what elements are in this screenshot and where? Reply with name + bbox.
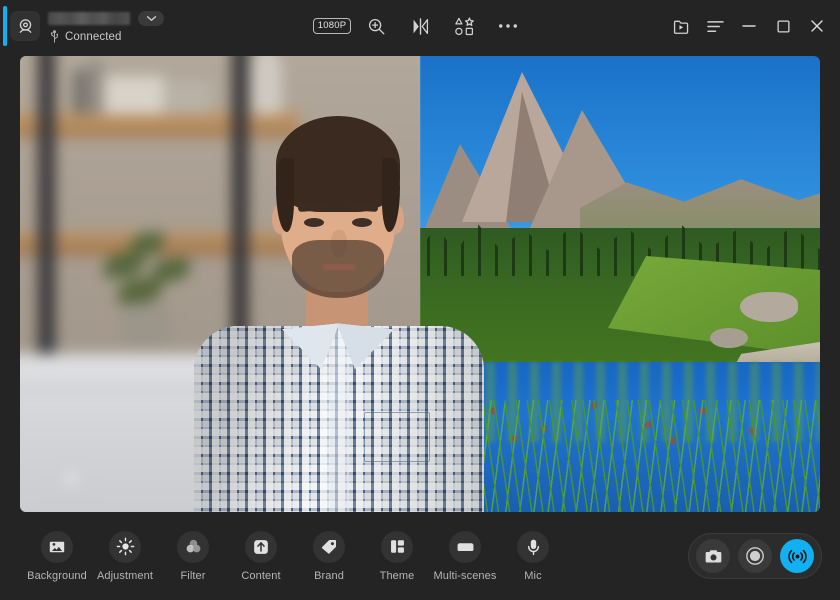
resolution-label: 1080P <box>313 18 351 34</box>
minimize-button[interactable] <box>732 10 766 42</box>
scenes-glyph <box>456 539 475 554</box>
feature-label: Filter <box>180 570 205 582</box>
feature-list: Background Adjustment <box>30 531 560 582</box>
shapes-icon <box>454 16 475 37</box>
device-selector[interactable]: Connected <box>10 9 164 43</box>
record-button[interactable] <box>738 539 772 573</box>
close-button[interactable] <box>800 10 834 42</box>
connection-status: Connected <box>49 30 164 43</box>
webcam-icon[interactable] <box>10 11 40 41</box>
tag-icon <box>313 531 345 563</box>
feature-label: Mic <box>524 570 541 582</box>
ellipsis-icon <box>498 22 518 30</box>
chevron-down-icon[interactable] <box>138 11 164 26</box>
close-icon <box>810 19 824 33</box>
tag-glyph <box>320 538 338 556</box>
feature-theme[interactable]: Theme <box>370 531 424 582</box>
feature-label: Theme <box>380 570 415 582</box>
layout-glyph <box>389 538 406 555</box>
layout-grid-icon <box>381 531 413 563</box>
device-info: Connected <box>48 9 164 43</box>
image-icon <box>41 531 73 563</box>
mirror-button[interactable] <box>403 11 437 41</box>
preview-stage <box>0 52 840 512</box>
broadcast-icon <box>787 546 808 567</box>
color-circles-icon <box>177 531 209 563</box>
media-library-button[interactable] <box>664 10 698 42</box>
connection-label: Connected <box>65 31 122 43</box>
filter-glyph <box>184 537 203 556</box>
device-name-redacted <box>48 12 130 25</box>
zoom-button[interactable] <box>359 11 393 41</box>
bottom-toolbar: Background Adjustment <box>0 512 840 600</box>
snapshot-button[interactable] <box>696 539 730 573</box>
brightness-glyph <box>116 537 135 556</box>
feature-multi-scenes[interactable]: Multi-scenes <box>438 531 492 582</box>
usb-icon <box>49 30 60 43</box>
window-controls <box>664 10 834 42</box>
maximize-button[interactable] <box>766 10 800 42</box>
feature-label: Brand <box>314 570 344 582</box>
upload-arrow-icon <box>245 531 277 563</box>
scenes-icon <box>449 531 481 563</box>
mirror-icon <box>410 17 431 36</box>
zoom-in-icon <box>367 17 386 36</box>
feature-filter[interactable]: Filter <box>166 531 220 582</box>
more-button[interactable] <box>491 11 525 41</box>
upload-glyph <box>252 538 270 556</box>
feature-background[interactable]: Background <box>30 531 84 582</box>
broadcast-button[interactable] <box>780 539 814 573</box>
camera-icon <box>704 548 723 565</box>
hamburger-menu-icon <box>706 19 725 34</box>
capture-controls <box>688 533 822 579</box>
mic-glyph <box>525 538 542 556</box>
feature-label: Adjustment <box>97 570 153 582</box>
folder-play-icon <box>672 17 691 36</box>
image-glyph <box>48 538 66 556</box>
video-preview[interactable] <box>20 56 820 512</box>
maximize-icon <box>777 20 790 33</box>
feature-content[interactable]: Content <box>234 531 288 582</box>
record-icon <box>745 546 765 566</box>
feature-label: Content <box>241 570 280 582</box>
shapes-button[interactable] <box>447 11 481 41</box>
microphone-icon <box>517 531 549 563</box>
menu-button[interactable] <box>698 10 732 42</box>
feature-brand[interactable]: Brand <box>302 531 356 582</box>
person-subject <box>188 82 488 512</box>
accent-bar <box>3 6 7 46</box>
resolution-badge[interactable]: 1080P <box>315 11 349 41</box>
minimize-icon <box>742 25 756 27</box>
feature-mic[interactable]: Mic <box>506 531 560 582</box>
feature-adjustment[interactable]: Adjustment <box>98 531 152 582</box>
center-toolbar: 1080P <box>315 11 525 41</box>
brightness-icon <box>109 531 141 563</box>
app-window: Connected 1080P <box>0 0 840 600</box>
feature-label: Background <box>27 570 87 582</box>
title-bar: Connected 1080P <box>0 0 840 52</box>
feature-label: Multi-scenes <box>434 570 497 582</box>
